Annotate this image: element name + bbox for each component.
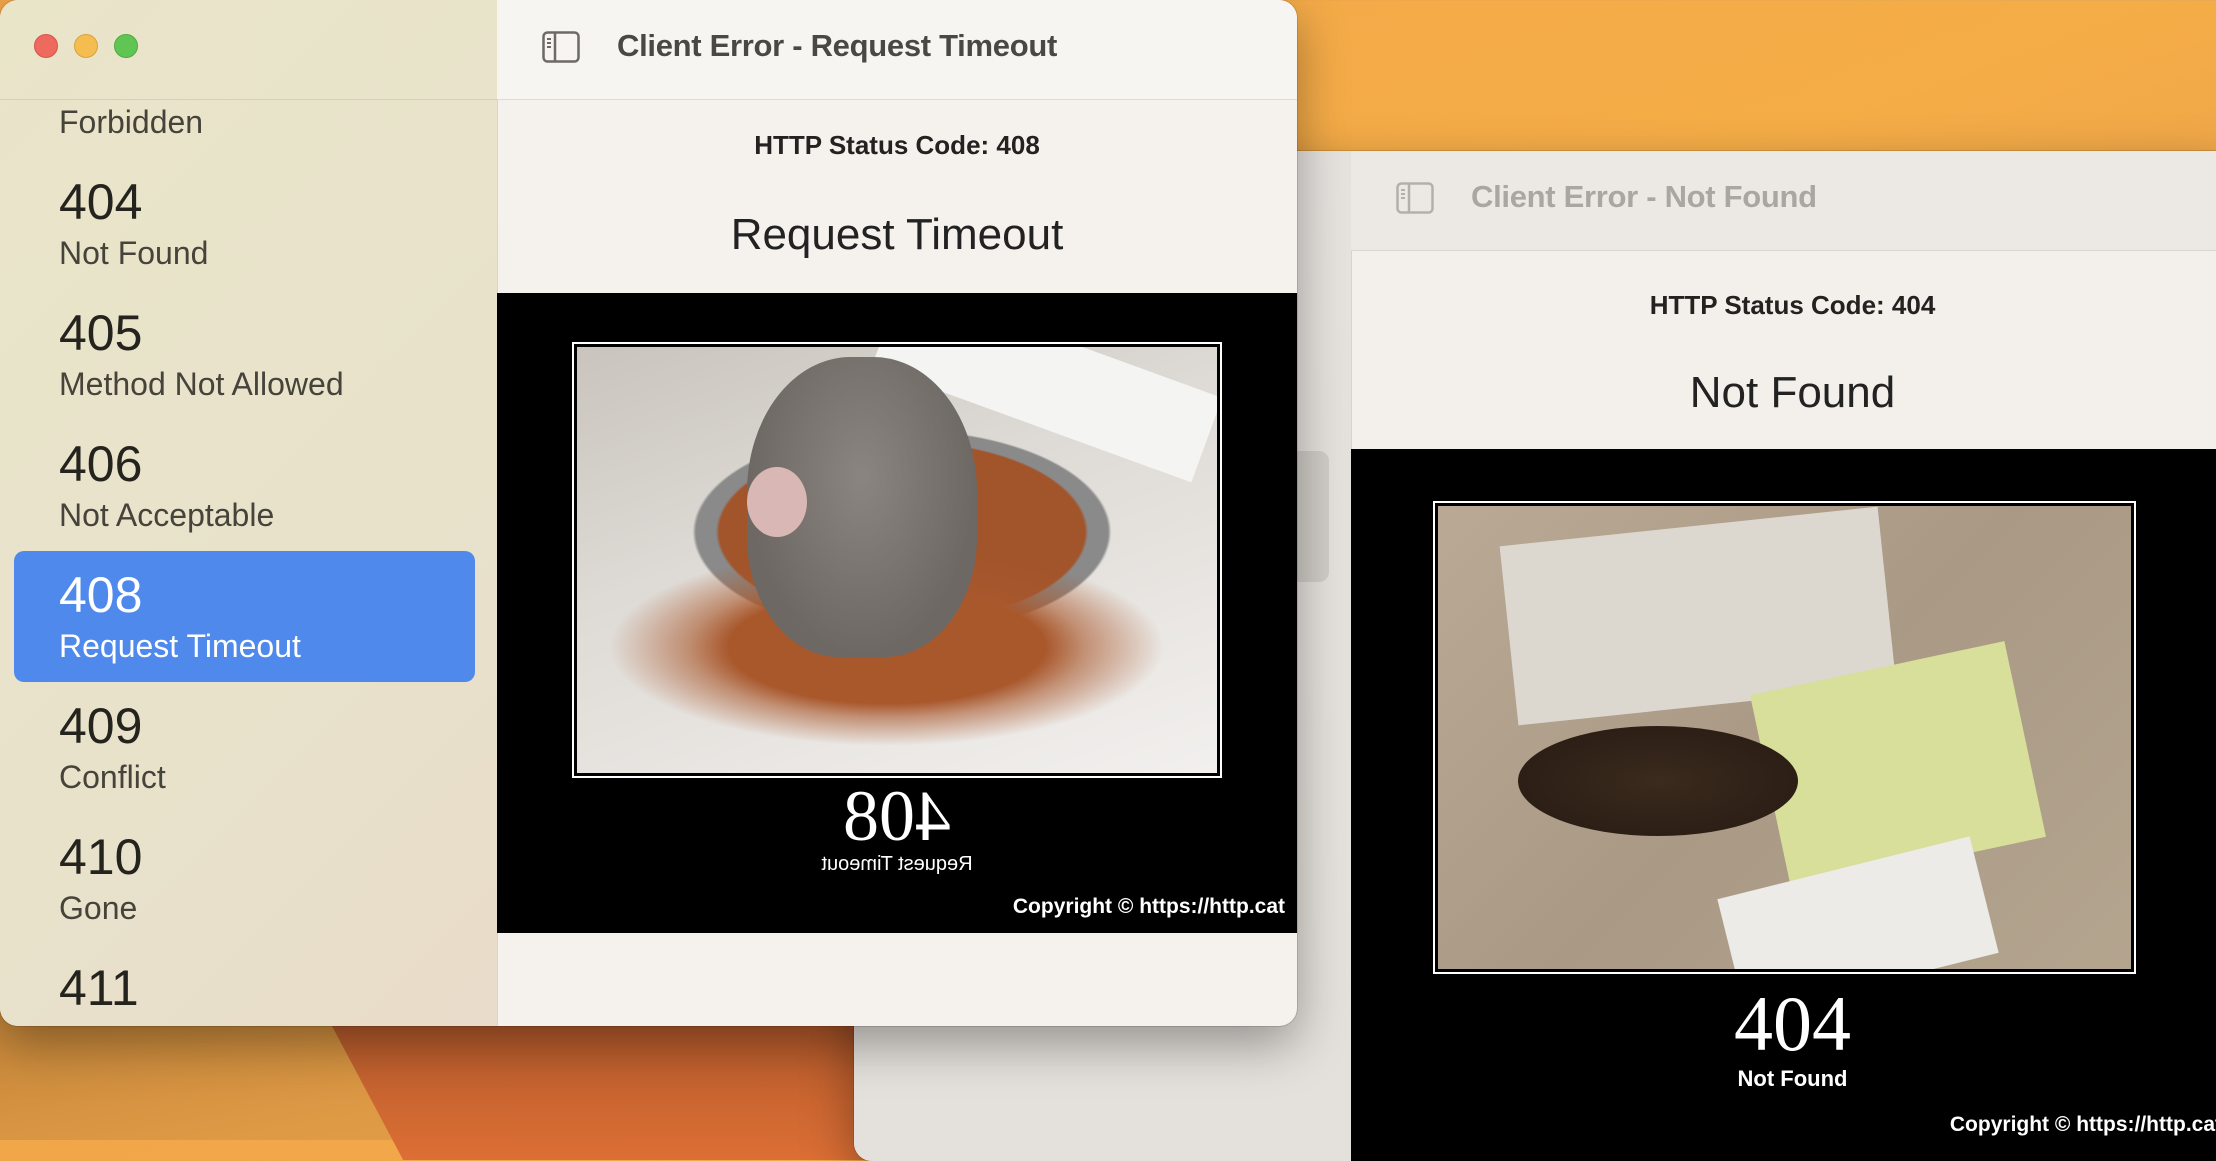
http-cat-image: 404 Not Found Copyright © https://http.c… [1351, 449, 2216, 1161]
image-caption-text: Not Found [1737, 1066, 1848, 1091]
item-code: 408 [59, 567, 143, 623]
detail-pane: Client Error - Not Found HTTP Status Cod… [1351, 151, 2216, 1161]
item-label: Gone [59, 890, 138, 926]
list-item-408[interactable]: 408 Request Timeout [14, 551, 475, 682]
image-caption-code: 408 [843, 776, 951, 856]
item-label: Conflict [59, 759, 166, 795]
item-code: 406 [59, 436, 143, 492]
item-label: Request Timeout [59, 628, 301, 664]
status-list[interactable]: 403 Forbidden 404 Not Found 405 Method N… [14, 27, 475, 1026]
item-code: 404 [59, 174, 143, 230]
cat-tail-shape [1518, 726, 1798, 836]
sidebar-toggle-icon[interactable] [1396, 182, 1434, 214]
item-label: Method Not Allowed [59, 366, 344, 402]
status-name-heading: Not Found [1689, 368, 1896, 417]
list-item-406[interactable]: 406 Not Acceptable [14, 420, 475, 551]
http-cat-image: 408 Request Timeout Copyright © https://… [497, 293, 1297, 933]
image-caption-code: 404 [1734, 980, 1851, 1067]
list-item-409[interactable]: 409 Conflict [14, 682, 475, 813]
list-item-403[interactable]: 403 Forbidden [14, 27, 475, 158]
cat-photo-408 [577, 347, 1217, 773]
window-request-timeout[interactable]: 403 Forbidden 404 Not Found 405 Method N… [0, 0, 1297, 1026]
item-label: Forbidden [59, 104, 204, 140]
titlebar: Client Error - Not Found [1351, 151, 2216, 251]
list-item-410[interactable]: 410 Gone [14, 813, 475, 944]
item-code: 411 [59, 960, 139, 1016]
item-code: 410 [59, 829, 143, 885]
photo-frame [572, 342, 1222, 778]
status-code-heading: HTTP Status Code: 404 [1649, 290, 1936, 320]
status-code-heading: HTTP Status Code: 408 [754, 130, 1040, 160]
sidebar-toggle-icon[interactable] [542, 31, 580, 63]
item-label: Not Found [59, 235, 209, 271]
item-code: 409 [59, 698, 143, 754]
item-label: Not Acceptable [59, 497, 275, 533]
status-name-heading: Request Timeout [730, 210, 1064, 259]
detail-pane: Client Error - Request Timeout HTTP Stat… [497, 0, 1297, 1026]
list-item-404[interactable]: 404 Not Found [14, 158, 475, 289]
sidebar: 403 Forbidden 404 Not Found 405 Method N… [0, 0, 498, 1026]
item-code: 405 [59, 305, 143, 361]
photo-frame [1433, 501, 2136, 974]
titlebar: Client Error - Request Timeout [497, 0, 1297, 100]
copyright-text: Copyright © https://http.cat [1012, 895, 1285, 918]
window-title: Client Error - Request Timeout [617, 28, 1057, 63]
list-item-405[interactable]: 405 Method Not Allowed [14, 289, 475, 420]
cat-photo-404 [1438, 506, 2131, 969]
item-label: Length Required [59, 1020, 296, 1026]
image-caption-text: Request Timeout [821, 853, 973, 875]
list-item-411[interactable]: 411 Length Required [14, 944, 475, 1026]
copyright-text: Copyright © https://http.cat [1949, 1113, 2216, 1136]
window-title: Client Error - Not Found [1471, 179, 1817, 214]
kitten-ear-shape [747, 467, 807, 537]
